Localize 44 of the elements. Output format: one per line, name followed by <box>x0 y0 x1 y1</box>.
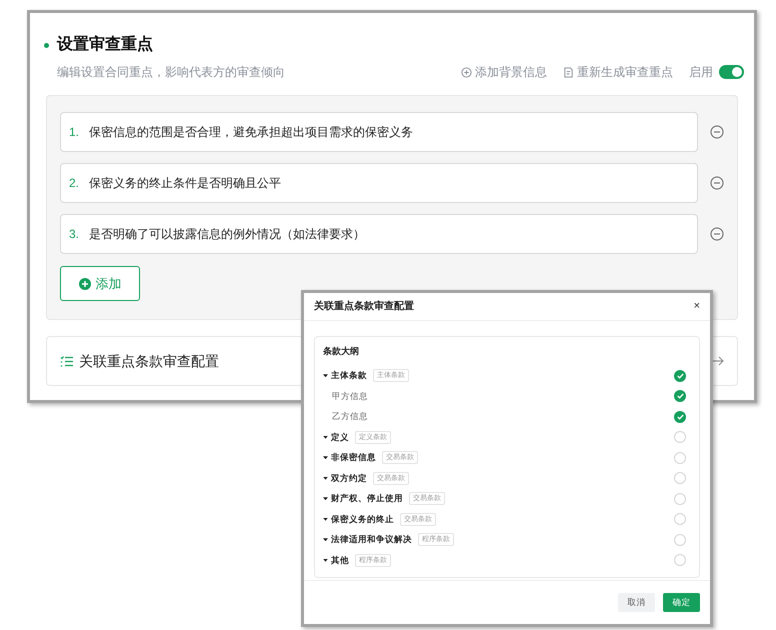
caret-icon[interactable] <box>323 538 328 542</box>
caret-icon[interactable] <box>323 476 328 480</box>
dialog-title: 关联重点条款审查配置 <box>314 299 415 314</box>
clause-name[interactable]: 定义 <box>331 430 349 444</box>
clause-name[interactable]: 非保密信息 <box>331 451 376 464</box>
caret-icon[interactable] <box>323 497 328 500</box>
caret-icon[interactable] <box>323 558 328 562</box>
point-number: 3. <box>69 226 80 243</box>
caret-icon[interactable] <box>323 456 328 460</box>
caret-icon[interactable] <box>323 436 328 439</box>
point-text: 保密义务的终止条件是否明确且公平 <box>89 175 282 192</box>
clause-name[interactable]: 财产权、停止使用 <box>331 492 403 506</box>
point-number: 1. <box>69 124 80 141</box>
clause-name[interactable]: 乙方信息 <box>332 410 674 424</box>
clause-name[interactable]: 其他 <box>331 554 349 567</box>
document-edit-icon <box>563 66 574 78</box>
add-circle-icon <box>461 66 472 78</box>
clause-name[interactable]: 保密义务的终止 <box>331 512 394 526</box>
point-text: 保密信息的范围是否合理，避免承担超出项目需求的保密义务 <box>89 124 414 141</box>
caret-icon[interactable] <box>323 374 328 378</box>
point-text: 是否明确了可以披露信息的例外情况（如法律要求） <box>89 226 366 243</box>
point-field[interactable]: 3. 是否明确了可以披露信息的例外情况（如法律要求） <box>60 214 698 254</box>
toggle-label: 启用 <box>689 64 713 81</box>
remove-icon[interactable] <box>710 176 724 190</box>
caret-icon[interactable] <box>323 518 328 521</box>
cancel-button[interactable]: 取消 <box>618 593 655 612</box>
panel-title: 设置审查重点 <box>57 34 153 55</box>
point-field[interactable]: 2. 保密义务的终止条件是否明确且公平 <box>60 163 698 203</box>
point-number: 2. <box>69 175 80 192</box>
arrow-right-icon <box>712 356 724 366</box>
checklist-icon <box>60 356 73 366</box>
link-card-label: 关联重点条款审查配置 <box>79 352 219 370</box>
toggle-switch[interactable] <box>719 65 744 79</box>
clause-name[interactable]: 主体条款 <box>331 369 367 382</box>
clause-name[interactable]: 法律适用和争议解决 <box>331 533 412 546</box>
outline-title: 条款大纲 <box>323 345 360 358</box>
point-field[interactable]: 1. 保密信息的范围是否合理，避免承担超出项目需求的保密义务 <box>60 112 698 152</box>
add-circle-icon <box>78 278 90 290</box>
remove-icon[interactable] <box>710 227 724 241</box>
close-button[interactable]: × <box>694 298 700 315</box>
remove-icon[interactable] <box>710 125 724 139</box>
clause-name[interactable]: 甲方信息 <box>332 390 674 403</box>
clause-name[interactable]: 双方约定 <box>331 472 367 485</box>
panel-subtitle: 编辑设置合同重点，影响代表方的审查倾向 <box>57 64 286 81</box>
